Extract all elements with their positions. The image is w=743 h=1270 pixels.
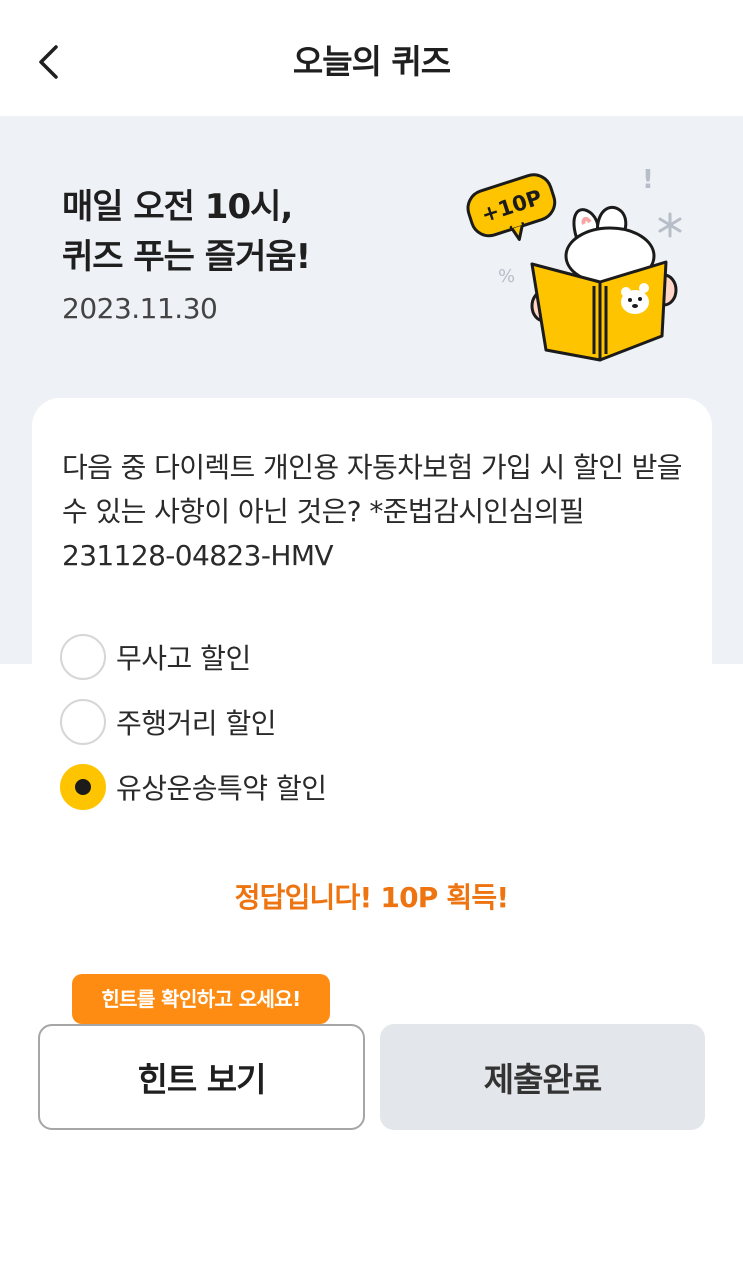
sparkle-icon	[658, 212, 682, 238]
radio-button[interactable]	[60, 634, 106, 680]
radio-button[interactable]	[60, 699, 106, 745]
option-2[interactable]: 주행거리 할인	[60, 699, 326, 745]
page-title: 오늘의 퀴즈	[292, 42, 451, 81]
option-1[interactable]: 무사고 할인	[60, 634, 326, 680]
result-message: 정답입니다! 10P 획득!	[234, 881, 509, 914]
answer-options: 무사고 할인 주행거리 할인 유상운송특약 할인	[60, 634, 327, 829]
hint-tooltip: 힌트를 확인하고 오세요!	[72, 974, 330, 1034]
submit-button[interactable]: 제출완료	[380, 1024, 705, 1130]
svg-text:!: !	[642, 165, 654, 195]
top-bar: 오늘의 퀴즈	[0, 0, 743, 116]
hero-title: 매일 오전 10시, 퀴즈 푸는 즐거움!	[62, 182, 311, 282]
hint-button[interactable]: 힌트 보기	[38, 1024, 365, 1130]
hero-title-line2: 퀴즈 푸는 즐거움!	[62, 237, 311, 277]
option-label: 무사고 할인	[116, 642, 251, 675]
hero-title-line1: 매일 오전 10시,	[62, 187, 293, 227]
option-3[interactable]: 유상운송특약 할인	[60, 764, 327, 810]
radio-button[interactable]	[60, 764, 106, 810]
rabbit-reading-book-illustration: ! % +10P	[466, 165, 682, 362]
svg-text:%: %	[498, 266, 515, 287]
quiz-date: 2023.11.30	[62, 292, 218, 325]
option-label: 유상운송특약 할인	[116, 772, 327, 805]
quiz-question: 다음 중 다이렉트 개인용 자동차보험 가입 시 할인 받을 수 있는 사항이 …	[62, 451, 683, 572]
option-label: 주행거리 할인	[116, 707, 276, 740]
